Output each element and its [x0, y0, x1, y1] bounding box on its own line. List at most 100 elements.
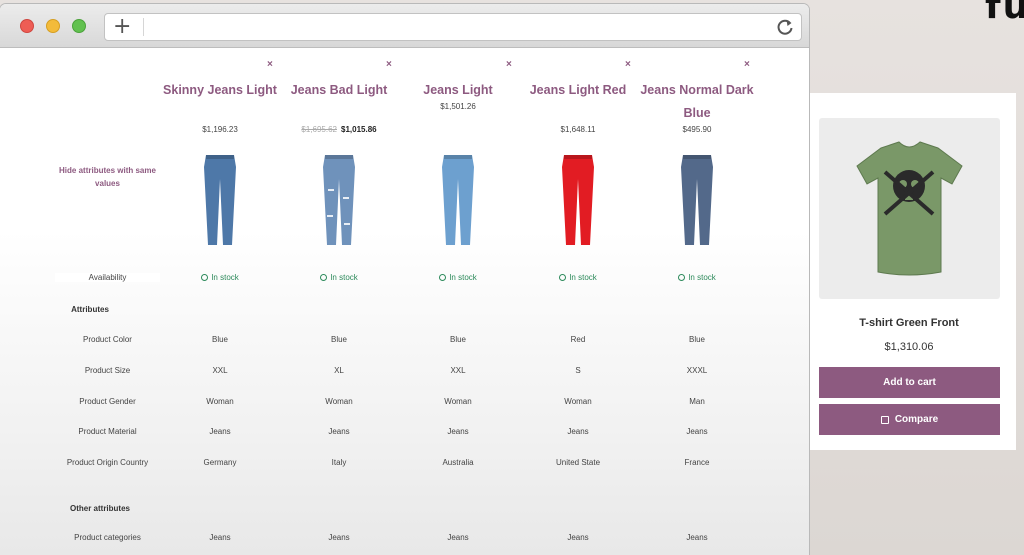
cell-product-origin-country: Germany — [203, 458, 237, 467]
cell-product-gender: Woman — [325, 397, 353, 406]
cell-product-gender: Woman — [564, 397, 592, 406]
original-price: $1,695.62 — [301, 125, 337, 134]
product-price: $1,196.23 — [202, 125, 238, 134]
row-label-product-color: Product Color — [83, 335, 132, 344]
stock-label: In stock — [688, 273, 716, 282]
row-label-product-material: Product Material — [78, 427, 137, 436]
product-card: T-shirt Green Front $1,310.06 Add to car… — [808, 93, 1016, 450]
remove-product-icon[interactable]: × — [506, 59, 512, 70]
cell-product-size: XXL — [212, 366, 228, 375]
new-tab-icon[interactable]: + — [113, 16, 139, 38]
add-to-cart-label: Add to cart — [883, 377, 936, 388]
product-title[interactable]: T-shirt Green Front — [808, 317, 1010, 329]
product-price: $1,310.06 — [884, 341, 934, 353]
cell-product-size: S — [575, 366, 581, 375]
cell-product-material: Jeans — [447, 427, 469, 436]
cell-product-color: Blue — [449, 335, 466, 344]
jeans-icon — [562, 155, 594, 245]
cell-product-origin-country: France — [684, 458, 710, 467]
cell-product-origin-country: United State — [555, 458, 601, 467]
product-price: $1,695.62 $1,015.86 — [279, 125, 399, 134]
maximize-window-button[interactable] — [72, 19, 86, 33]
row-label-product-categories: Product categories — [74, 533, 141, 542]
cell-product-material: Jeans — [567, 427, 589, 436]
cell-product-gender: Woman — [444, 397, 472, 406]
cell-product-origin-country: Italy — [331, 458, 347, 467]
in-stock-icon — [201, 274, 209, 281]
stock-status: In stock — [160, 273, 280, 282]
remove-product-icon[interactable]: × — [744, 59, 750, 70]
in-stock-icon — [559, 274, 567, 281]
product-price: $1,501.26 — [440, 102, 476, 111]
cell-product-material: Jeans — [686, 427, 708, 436]
product-thumbnail[interactable] — [170, 149, 270, 249]
in-stock-icon — [439, 274, 447, 281]
cell-product-material: Jeans — [328, 427, 350, 436]
jeans-icon — [681, 155, 713, 245]
product-image[interactable] — [819, 118, 1000, 299]
cell-product-categories: Jeans — [447, 533, 469, 542]
address-divider — [143, 18, 144, 36]
stock-status: In stock — [279, 273, 399, 282]
remove-product-icon[interactable]: × — [625, 59, 631, 70]
stock-status: In stock — [398, 273, 518, 282]
browser-window: + Hide attributes with same values Avail… — [0, 4, 809, 555]
hide-same-attributes-link[interactable]: Hide attributes with same values — [55, 164, 160, 190]
tshirt-image — [856, 141, 963, 276]
jeans-icon — [204, 155, 236, 245]
cell-product-categories: Jeans — [567, 533, 589, 542]
row-label-product-gender: Product Gender — [79, 397, 136, 406]
browser-toolbar: + — [0, 4, 809, 48]
row-label-product-origin-country: Product Origin Country — [66, 458, 149, 467]
cell-product-color: Blue — [688, 335, 705, 344]
cell-product-size: XXXL — [686, 366, 708, 375]
product-name-link[interactable]: Jeans Bad Light — [279, 79, 399, 102]
cell-product-origin-country: Australia — [442, 458, 474, 467]
product-thumbnail[interactable] — [647, 149, 747, 249]
remove-product-icon[interactable]: × — [267, 59, 273, 70]
product-price: $495.90 — [682, 125, 712, 134]
address-bar[interactable]: + — [104, 13, 802, 41]
background-heading-fragment: fu — [985, 0, 1024, 27]
stock-label: In stock — [569, 273, 597, 282]
compare-popup: Hide attributes with same values Availab… — [0, 49, 809, 555]
cell-product-gender: Man — [689, 397, 705, 406]
section-label-attributes: Attributes — [71, 305, 109, 314]
product-name-link[interactable]: Skinny Jeans Light — [160, 79, 280, 102]
stock-label: In stock — [330, 273, 358, 282]
cell-product-categories: Jeans — [686, 533, 708, 542]
product-thumbnail[interactable] — [408, 149, 508, 249]
jeans-icon — [442, 155, 474, 245]
stock-label: In stock — [211, 273, 239, 282]
row-label-product-size: Product Size — [84, 366, 131, 375]
product-name-link[interactable]: Jeans Normal Dark Blue — [637, 79, 757, 125]
cell-product-color: Red — [570, 335, 586, 344]
product-price: $1,648.11 — [560, 125, 596, 134]
compare-checkbox[interactable] — [880, 415, 889, 424]
cell-product-categories: Jeans — [328, 533, 350, 542]
cell-product-color: Blue — [211, 335, 228, 344]
reload-icon[interactable] — [775, 17, 795, 37]
stock-label: In stock — [449, 273, 477, 282]
stock-status: In stock — [518, 273, 638, 282]
cell-product-size: XXL — [450, 366, 466, 375]
cell-product-size: XL — [334, 366, 344, 375]
product-name-link[interactable]: Jeans Light Red — [518, 79, 638, 102]
in-stock-icon — [320, 274, 328, 281]
product-thumbnail[interactable] — [289, 149, 389, 249]
minimize-window-button[interactable] — [46, 19, 60, 33]
add-to-cart-button[interactable]: Add to cart — [819, 367, 1000, 398]
sale-price: $1,015.86 — [341, 125, 377, 134]
stock-status: In stock — [637, 273, 757, 282]
product-name-link[interactable]: Jeans Light — [398, 79, 518, 102]
section-label-other-attributes: Other attributes — [69, 504, 130, 513]
product-thumbnail[interactable] — [528, 149, 628, 249]
row-label-availability: Availability — [55, 273, 160, 282]
cell-product-material: Jeans — [209, 427, 231, 436]
jeans-icon — [323, 155, 355, 245]
in-stock-icon — [678, 274, 686, 281]
remove-product-icon[interactable]: × — [386, 59, 392, 70]
close-window-button[interactable] — [20, 19, 34, 33]
compare-button[interactable]: Compare — [819, 404, 1000, 435]
cell-product-categories: Jeans — [209, 533, 231, 542]
